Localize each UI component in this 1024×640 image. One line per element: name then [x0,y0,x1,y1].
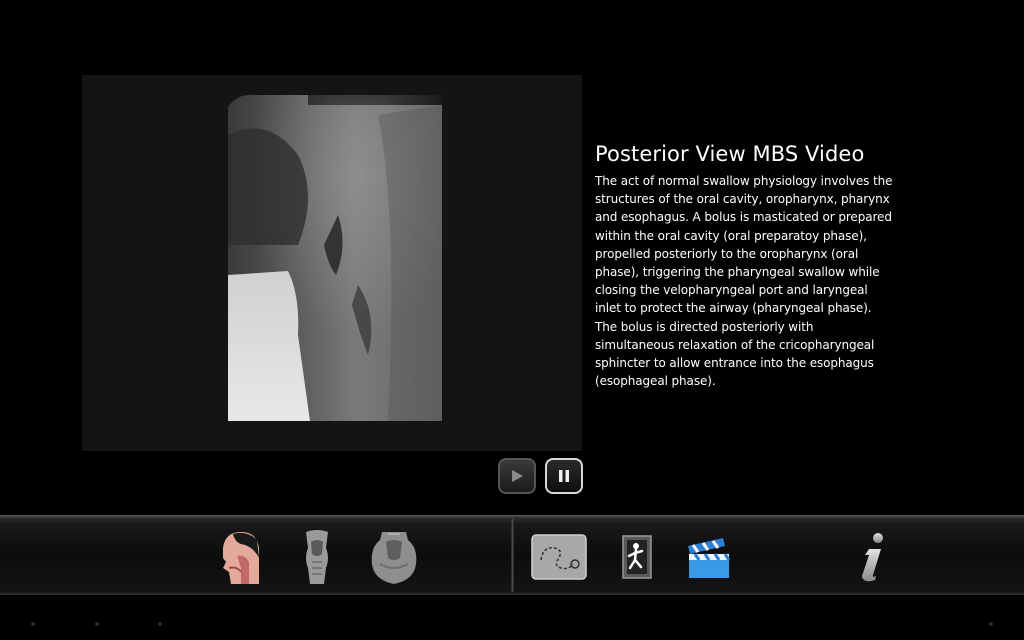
xray-video-frame [228,95,442,421]
toolbar-divider [511,519,514,592]
swallow-path-icon [531,534,587,580]
video-title: Posterior View MBS Video [595,142,865,166]
video-description: The act of normal swallow physiology inv… [595,174,893,389]
info-icon [862,533,883,582]
swallow-path-button[interactable] [531,527,587,587]
larynx-back-icon [371,532,417,584]
video-clapper-button[interactable] [684,527,732,587]
info-panel: Posterior View MBS Video The act of norm… [595,142,895,390]
play-icon [512,470,523,482]
larynx-front-icon [306,530,328,584]
larynx-front-button[interactable] [300,527,334,587]
head-anatomy-button[interactable] [218,527,264,587]
play-button[interactable] [498,458,536,494]
nav-dot [95,622,99,626]
nav-dot [31,622,35,626]
pause-icon [559,470,569,482]
head-anatomy-icon [223,532,259,584]
nav-dot [158,622,162,626]
nav-dot [989,622,993,626]
pause-button[interactable] [545,458,583,494]
video-clapper-icon [688,538,731,578]
larynx-back-button[interactable] [367,527,421,587]
video-player[interactable] [82,75,582,451]
info-button[interactable] [856,527,888,587]
system-nav-bar [0,597,1024,640]
exit-door-button[interactable] [616,527,658,587]
exit-door-icon [622,535,652,579]
